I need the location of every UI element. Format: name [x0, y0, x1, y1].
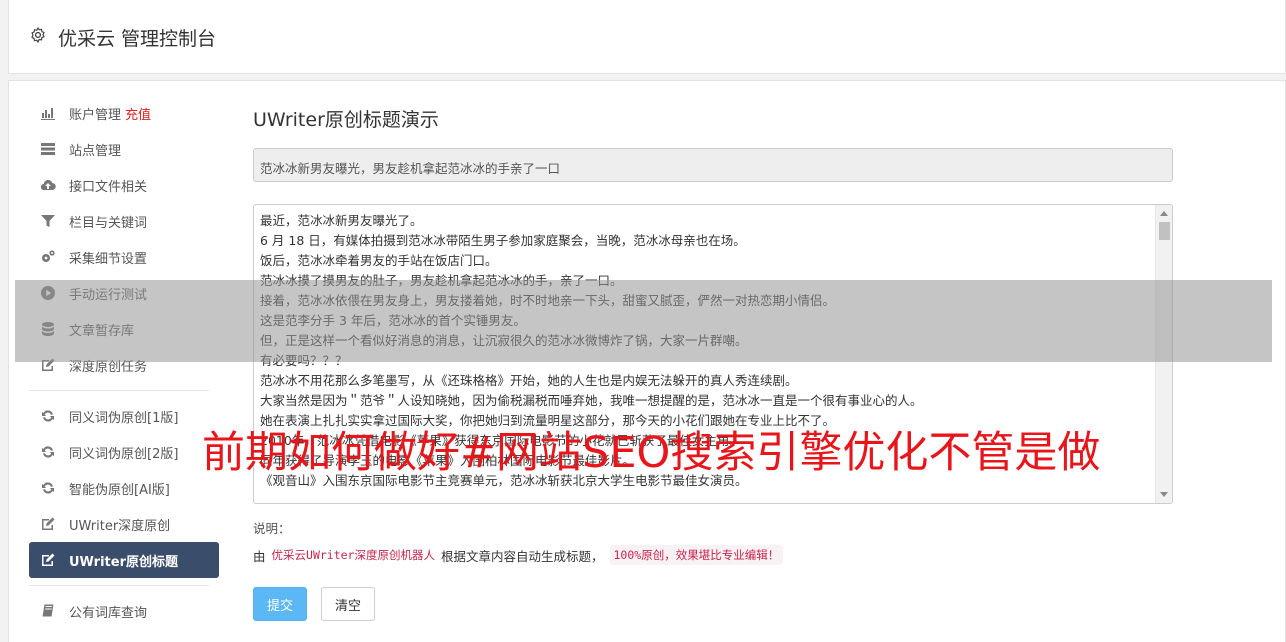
article-line: 最近，范冰冰新男友曝光了。 [260, 213, 423, 228]
content-area: UWriter原创标题演示 范冰冰新男友曝光，男友趁机拿起范冰冰的手亲了一口 最… [253, 105, 1173, 621]
sidebar-item[interactable]: UWriter原创标题 [29, 542, 219, 578]
sidebar-item-label: 同义词伪原创[2版] [69, 446, 179, 462]
filter-icon [39, 213, 57, 229]
sidebar-item[interactable]: 同义词伪原创[1版] [29, 398, 219, 434]
edit-icon [39, 552, 57, 568]
note-prefix: 由 [253, 548, 266, 564]
cloud-upload-icon [39, 177, 57, 193]
action-buttons: 提交 清空 [253, 587, 1173, 621]
sidebar-item[interactable]: 栏目与关键词 [29, 203, 219, 239]
sidebar-item-label: 公有词库查询 [69, 605, 148, 621]
sidebar-item[interactable]: UWriter深度原创 [29, 506, 219, 542]
note-line: 由 优采云UWriter深度原创机器人 根据文章内容自动生成标题， 100%原创… [253, 545, 1173, 565]
article-line: 饭后，范冰冰牵着男友的手站在饭店门口。 [260, 253, 498, 268]
overlay-watermark-text: 前期如何做好#网站SEO搜索引擎优化不管是做 [202, 428, 1101, 478]
sidebar-nav: 账户管理充值站点管理接口文件相关栏目与关键词采集细节设置手动运行测试文章暂存库深… [29, 95, 219, 629]
sidebar-item[interactable]: 接口文件相关 [29, 167, 219, 203]
edit-icon [39, 516, 57, 532]
article-line: 范冰冰不用花那么多笔墨写，从《还珠格格》开始，她的人生也是内娱无法躲开的真人秀连… [260, 373, 798, 388]
server-icon [39, 141, 57, 157]
scroll-thumb[interactable] [1159, 222, 1170, 240]
clear-button[interactable]: 清空 [321, 587, 375, 621]
sidebar-item-label: 账户管理 [69, 107, 122, 123]
book-icon [39, 603, 57, 619]
sidebar-item-label: 采集细节设置 [69, 251, 148, 267]
sidebar-item-label: 接口文件相关 [69, 179, 148, 195]
note-label: 说明： [253, 521, 291, 536]
sidebar-item[interactable]: 站点管理 [29, 131, 219, 167]
page-title: UWriter原创标题演示 [253, 109, 439, 131]
gears-icon [39, 249, 57, 265]
sidebar-item-label: UWriter原创标题 [69, 554, 178, 570]
refresh-icon [39, 408, 57, 424]
sidebar-item-label: 同义词伪原创[1版] [69, 410, 179, 426]
sidebar-item[interactable]: 采集细节设置 [29, 239, 219, 275]
gear-icon [31, 27, 45, 43]
sidebar-item-label: 站点管理 [69, 143, 122, 159]
console-header: 优采云 管理控制台 [8, 0, 1286, 74]
refresh-icon [39, 444, 57, 460]
overlay-band [15, 280, 1272, 362]
note-middle: 根据文章内容自动生成标题， [440, 548, 604, 564]
sidebar-item[interactable]: 账户管理 充值 [29, 95, 219, 131]
bar-chart-icon [39, 105, 57, 121]
sidebar-item[interactable]: 智能伪原创[AI版] [29, 470, 219, 506]
sidebar-divider [29, 585, 209, 586]
sidebar-divider [29, 390, 209, 391]
sidebar-item[interactable]: 同义词伪原创[2版] [29, 434, 219, 470]
sidebar-item-label: 智能伪原创[AI版] [69, 482, 170, 498]
sidebar-item-label: UWriter深度原创 [69, 518, 171, 534]
submit-button[interactable]: 提交 [253, 587, 307, 621]
console-title: 优采云 管理控制台 [58, 28, 217, 50]
article-line: 大家当然是因为＂范爷＂人设知晓她，因为偷税漏税而唾弃她，我唯一想提醒的是，范冰冰… [260, 393, 923, 408]
scroll-up-icon[interactable] [1160, 211, 1168, 216]
note-highlight: 100%原创，效果堪比专业编辑！ [609, 545, 784, 565]
sidebar-item-label: 栏目与关键词 [69, 215, 148, 231]
note-robot-name: 优采云UWriter深度原创机器人 [271, 548, 435, 562]
article-line: 6 月 18 日，有媒体拍摄到范冰冰带陌生男子参加家庭聚会，当晚，范冰冰母亲也在… [260, 233, 746, 248]
scroll-down-icon[interactable] [1160, 492, 1168, 497]
recharge-link[interactable]: 充值 [125, 104, 151, 123]
generated-title-field[interactable]: 范冰冰新男友曝光，男友趁机拿起范冰冰的手亲了一口 [253, 148, 1173, 182]
refresh-icon [39, 480, 57, 496]
sidebar-item[interactable]: 公有词库查询 [29, 593, 219, 629]
